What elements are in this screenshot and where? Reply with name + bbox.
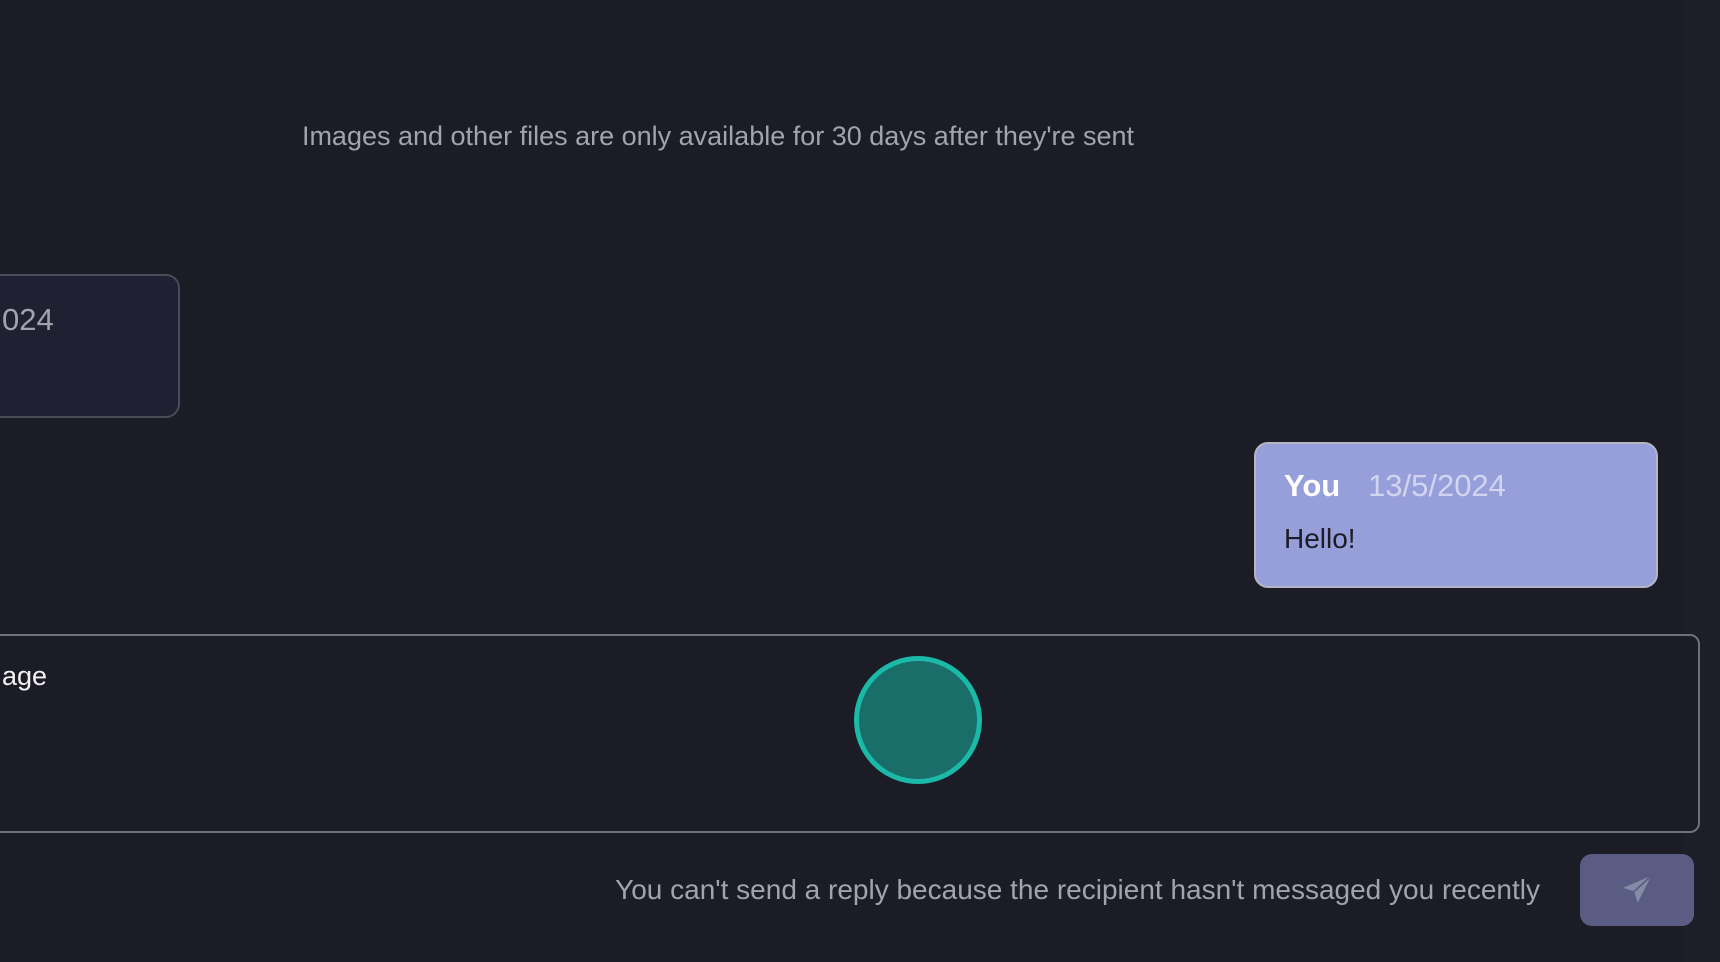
received-message-date: 024 [2,302,54,337]
chat-page: Images and other files are only availabl… [0,0,1720,962]
message-compose-box[interactable]: age [0,634,1700,833]
reply-unavailable-notice: You can't send a reply because the recip… [615,874,1540,905]
message-author: You [1284,468,1341,503]
send-button[interactable] [1580,854,1694,926]
sent-message-bubble: You 13/5/2024 Hello! [1254,442,1658,588]
touch-pointer-indicator [854,656,982,784]
message-text: Hello! [1284,523,1356,554]
message-date: 13/5/2024 [1368,468,1506,503]
file-retention-notice: Images and other files are only availabl… [301,121,1135,151]
received-message-bubble: 024 [0,274,180,418]
compose-text: age [2,661,48,691]
paper-plane-icon [1620,873,1654,907]
